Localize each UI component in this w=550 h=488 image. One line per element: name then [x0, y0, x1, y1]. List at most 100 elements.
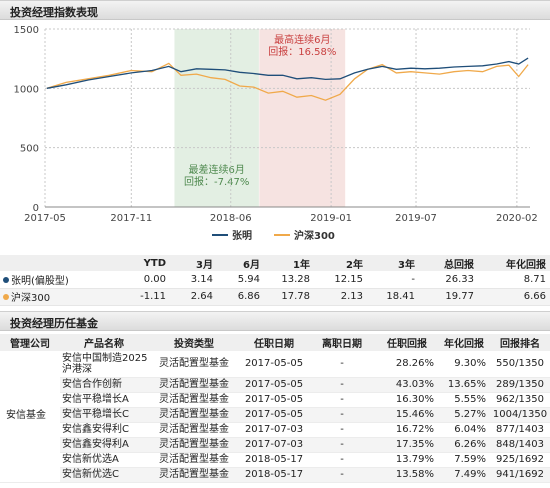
fund-rank: 877/1403 [490, 422, 550, 438]
fund-name: 安信鑫安得利C [60, 422, 148, 438]
band-label: 最差连续6月 [188, 163, 244, 176]
fund-annual-return: 5.55% [438, 392, 490, 408]
fund-header-return: 任职回报 [376, 334, 438, 351]
perf-cell: 2.13 [314, 288, 367, 306]
perf-row-label: 沪深300 [11, 293, 51, 304]
fund-start-date: 2017-05-05 [240, 351, 308, 378]
band-label: 最高连续6月 [274, 33, 330, 46]
fund-name: 安信新优选A [60, 452, 148, 468]
fund-name: 安信中国制造2025沪港深 [60, 351, 148, 378]
perf-header-3y: 3年 [367, 255, 419, 271]
legend-label: 张明 [232, 229, 252, 242]
fund-annual-return: 5.27% [438, 407, 490, 423]
fund-row: 安信平稳增长C 灵活配置型基金 2017-05-05-15.46% 5.27% 1004… [0, 407, 550, 423]
fund-annual-return: 13.65% [438, 377, 490, 393]
fund-start-date: 2018-05-17 [240, 467, 308, 483]
fund-row: 安信平稳增长A 灵活配置型基金 2017-05-05-16.30% 5.55% 962/… [0, 392, 550, 408]
fund-end-date: - [308, 351, 376, 378]
perf-row-index: 沪深300 -1.11 2.64 6.86 17.78 2.13 18.41 1… [0, 288, 550, 306]
fund-header-start: 任职日期 [240, 334, 308, 351]
perf-cell: 19.77 [419, 288, 478, 306]
legend-label: 沪深300 [294, 229, 335, 242]
fund-company: 安信基金 [0, 351, 60, 483]
fund-name: 安信新优选C [60, 467, 148, 483]
fund-header-rank: 回报排名 [490, 334, 550, 351]
y-tick-label: 500 [20, 144, 39, 155]
x-tick-label: 2019-01 [310, 213, 352, 224]
fund-return: 43.03% [376, 377, 438, 393]
perf-cell: 6.66 [478, 288, 550, 306]
fund-annual-return: 7.59% [438, 452, 490, 468]
perf-section-header: 投资经理指数表现 [0, 0, 550, 20]
band-label: 回报：16.58% [268, 45, 336, 58]
x-tick-label: 2020-02 [496, 213, 538, 224]
fund-return: 16.72% [376, 422, 438, 438]
fund-return: 13.58% [376, 467, 438, 483]
fund-name: 安信平稳增长C [60, 407, 148, 423]
fund-end-date: - [308, 407, 376, 423]
x-tick-label: 2017-05 [24, 213, 66, 224]
perf-cell: 13.28 [264, 271, 314, 289]
performance-table: YTD 3月 6月 1年 2年 3年 总回报 年化回报 张明(偏股型) 0.00… [0, 255, 550, 306]
fund-row: 安信鑫安得利A 灵活配置型基金 2017-07-03-17.35% 6.26% 848/… [0, 437, 550, 453]
fund-start-date: 2017-05-05 [240, 407, 308, 423]
perf-header-total: 总回报 [419, 255, 478, 271]
fund-start-date: 2017-07-03 [240, 437, 308, 453]
fund-type: 灵活配置型基金 [148, 452, 240, 468]
x-tick-label: 2017-11 [110, 213, 152, 224]
fund-end-date: - [308, 377, 376, 393]
series-dot-icon [3, 294, 9, 300]
fund-start-date: 2017-05-05 [240, 392, 308, 408]
perf-cell: 8.71 [478, 271, 550, 289]
perf-row-name: 张明(偏股型) [0, 271, 120, 289]
fund-type: 灵活配置型基金 [148, 377, 240, 393]
perf-header-1y: 1年 [264, 255, 314, 271]
fund-header-company: 管理公司 [0, 334, 60, 351]
perf-row-manager: 张明(偏股型) 0.00 3.14 5.94 13.28 12.15 - 26.… [0, 271, 550, 289]
fund-name: 安信合作创新 [60, 377, 148, 393]
band-label: 回报：-7.47% [184, 175, 249, 188]
fund-return: 28.26% [376, 351, 438, 378]
perf-header-6m: 6月 [217, 255, 264, 271]
fund-header-name: 产品名称 [60, 334, 148, 351]
fund-name: 安信鑫安得利A [60, 437, 148, 453]
fund-end-date: - [308, 437, 376, 453]
fund-end-date: - [308, 467, 376, 483]
fund-header-type: 投资类型 [148, 334, 240, 351]
fund-history-table: 管理公司 产品名称 投资类型 任职日期 离职日期 任职回报 年化回报 回报排名 … [0, 334, 550, 483]
fund-annual-return: 6.04% [438, 422, 490, 438]
perf-row-name: 沪深300 [0, 288, 120, 306]
fund-name: 安信平稳增长A [60, 392, 148, 408]
perf-cell: 0.00 [120, 271, 170, 289]
fund-type: 灵活配置型基金 [148, 467, 240, 483]
fund-rank: 962/1350 [490, 392, 550, 408]
perf-header-ytd: YTD [120, 255, 170, 271]
fund-type: 灵活配置型基金 [148, 437, 240, 453]
fund-return: 17.35% [376, 437, 438, 453]
fund-end-date: - [308, 392, 376, 408]
fund-start-date: 2017-07-03 [240, 422, 308, 438]
fund-return: 16.30% [376, 392, 438, 408]
fund-annual-return: 7.49% [438, 467, 490, 483]
fund-rank: 925/1692 [490, 452, 550, 468]
perf-header-annual: 年化回报 [478, 255, 550, 271]
perf-cell: -1.11 [120, 288, 170, 306]
perf-cell: 5.94 [217, 271, 264, 289]
fund-rank: 1004/1350 [490, 407, 550, 423]
fund-header-end: 离职日期 [308, 334, 376, 351]
perf-cell: 3.14 [170, 271, 217, 289]
y-tick-label: 1000 [14, 84, 39, 95]
fund-row: 安信新优选A 灵活配置型基金 2018-05-17-13.79% 7.59% 925/1… [0, 452, 550, 468]
fund-return: 15.46% [376, 407, 438, 423]
perf-header-blank [0, 255, 120, 271]
fund-end-date: - [308, 422, 376, 438]
fund-section-header: 投资经理历任基金 [0, 311, 550, 331]
x-tick-label: 2019-07 [395, 213, 437, 224]
performance-chart: 最差连续6月回报：-7.47%最高连续6月回报：16.58%0500100015… [14, 25, 538, 242]
perf-cell: - [367, 271, 419, 289]
perf-row-label: 张明(偏股型) [11, 275, 69, 287]
perf-cell: 18.41 [367, 288, 419, 306]
fund-row: 安信基金 安信中国制造2025沪港深 灵活配置型基金 2017-05-05-28.26… [0, 351, 550, 483]
fund-row: 安信鑫安得利C 灵活配置型基金 2017-07-03-16.72% 6.04% 877/… [0, 422, 550, 438]
fund-type: 灵活配置型基金 [148, 351, 240, 378]
